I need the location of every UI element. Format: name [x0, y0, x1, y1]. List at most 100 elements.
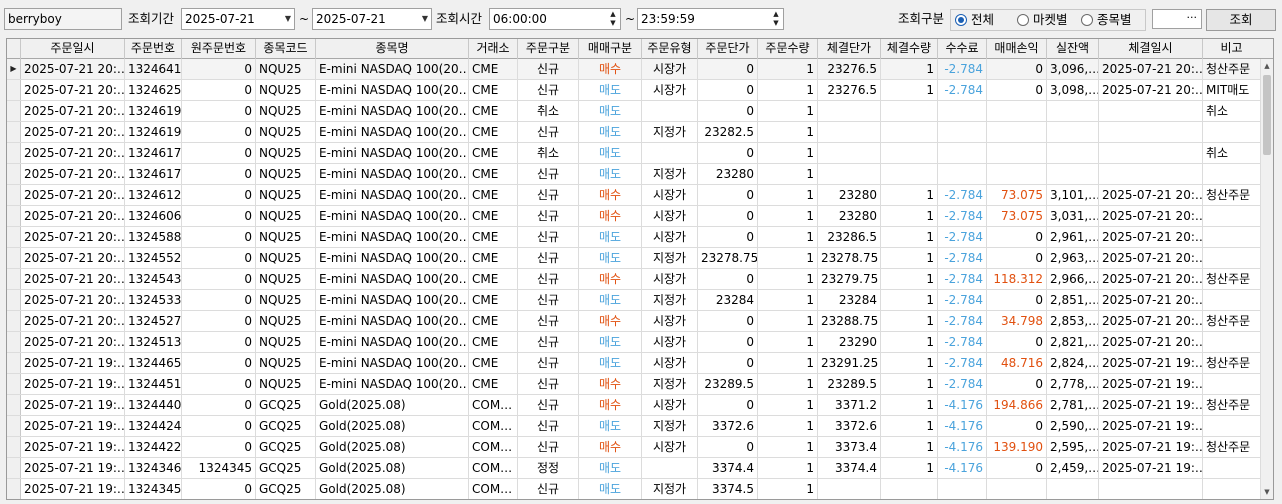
table-row[interactable]: 2025-07-21 20:… 1324588 0 NQU25 E-mini NASDA… [7, 227, 1261, 248]
row-indicator[interactable] [7, 395, 21, 415]
row-indicator[interactable] [7, 269, 21, 289]
column-header-order-price[interactable]: 주문단가 [698, 39, 758, 59]
table-row[interactable]: 2025-07-21 20:… 1324543 0 NQU25 E-mini NASDA… [7, 269, 1261, 290]
radio-symbol[interactable]: 종목별 [1081, 12, 1132, 28]
table-row[interactable]: 2025-07-21 20:… 1324619 0 NQU25 E-mini NASDA… [7, 101, 1261, 122]
cell-orig-order-no: 0 [182, 479, 256, 499]
column-header-note[interactable]: 비고 [1203, 39, 1261, 59]
column-header-balance[interactable]: 실잔액 [1047, 39, 1099, 59]
cell-order-kind: 신규 [518, 227, 579, 247]
date-from-picker[interactable]: 2025-07-21 ▼ [181, 8, 295, 30]
table-row[interactable]: 2025-07-21 19:… 1324451 0 NQU25 E-mini NASDA… [7, 374, 1261, 395]
cell-pnl [987, 143, 1047, 163]
row-indicator[interactable] [7, 374, 21, 394]
column-header-order-no[interactable]: 주문번호 [125, 39, 182, 59]
table-row[interactable]: 2025-07-21 20:… 1324619 0 NQU25 E-mini NASDA… [7, 122, 1261, 143]
cell-balance: 2,824,… [1047, 353, 1099, 373]
row-indicator[interactable] [7, 353, 21, 373]
current-row-arrow-icon[interactable]: ▶ [7, 59, 21, 79]
cell-exchange: CME [469, 374, 518, 394]
row-indicator[interactable] [7, 185, 21, 205]
cell-side: 매수 [579, 269, 642, 289]
row-indicator[interactable] [7, 311, 21, 331]
date-to-picker[interactable]: 2025-07-21 ▼ [312, 8, 432, 30]
table-row[interactable]: 2025-07-21 19:… 1324346 1324345 GCQ25 Gold(2… [7, 458, 1261, 479]
cell-orig-order-no: 0 [182, 185, 256, 205]
row-indicator[interactable] [7, 143, 21, 163]
column-header-symbol-code[interactable]: 종목코드 [256, 39, 316, 59]
table-row[interactable]: 2025-07-21 20:… 1324612 0 NQU25 E-mini NASDA… [7, 185, 1261, 206]
cell-fee [938, 101, 987, 121]
spinner-arrows-icon[interactable]: ▲ ▼ [771, 10, 781, 28]
row-indicator[interactable] [7, 101, 21, 121]
cell-pnl: 0 [987, 248, 1047, 268]
cell-symbol-name: Gold(2025.08) [316, 395, 469, 415]
cell-note: 청산주문 [1203, 437, 1261, 457]
table-row[interactable]: 2025-07-21 19:… 1324424 0 GCQ25 Gold(2025.08… [7, 416, 1261, 437]
row-indicator[interactable] [7, 80, 21, 100]
time-from-spinner[interactable]: 06:00:00 ▲ ▼ [489, 8, 621, 30]
cell-fill-qty [881, 122, 938, 142]
row-indicator[interactable] [7, 227, 21, 247]
column-header-side[interactable]: 매매구분 [579, 39, 642, 59]
header-corner [1260, 39, 1273, 59]
column-header-order-type[interactable]: 주문유형 [642, 39, 698, 59]
table-row[interactable]: 2025-07-21 20:… 1324552 0 NQU25 E-mini NASDA… [7, 248, 1261, 269]
cell-exchange: CME [469, 80, 518, 100]
column-header-fee[interactable]: 수수료 [938, 39, 987, 59]
row-indicator[interactable] [7, 458, 21, 478]
table-row[interactable]: 2025-07-21 19:… 1324422 0 GCQ25 Gold(2025.08… [7, 437, 1261, 458]
column-header-fill-price[interactable]: 체결단가 [818, 39, 881, 59]
row-indicator[interactable] [7, 206, 21, 226]
radio-all[interactable]: 전체 [955, 12, 994, 28]
column-header-order-time[interactable]: 주문일시 [21, 39, 125, 59]
scroll-down-icon[interactable]: ▼ [1261, 485, 1273, 499]
cell-order-no: 1324552 [125, 248, 182, 268]
column-header-exchange[interactable]: 거래소 [469, 39, 518, 59]
table-row[interactable]: 2025-07-21 20:… 1324513 0 NQU25 E-mini NASDA… [7, 332, 1261, 353]
column-header-fill-qty[interactable]: 체결수량 [881, 39, 938, 59]
user-id-field[interactable]: berryboy [4, 8, 122, 30]
spinner-arrows-icon[interactable]: ▲ ▼ [608, 10, 618, 28]
row-indicator[interactable] [7, 332, 21, 352]
row-indicator[interactable] [7, 164, 21, 184]
table-row[interactable]: 2025-07-21 20:… 1324533 0 NQU25 E-mini NASDA… [7, 290, 1261, 311]
table-row[interactable]: 2025-07-21 20:… 1324527 0 NQU25 E-mini NASDA… [7, 311, 1261, 332]
scroll-thumb[interactable] [1263, 75, 1271, 155]
row-indicator[interactable] [7, 248, 21, 268]
time-to-spinner[interactable]: 23:59:59 ▲ ▼ [637, 8, 784, 30]
column-header-fill-time[interactable]: 체결일시 [1099, 39, 1203, 59]
cell-order-no: 1324625 [125, 80, 182, 100]
column-header-symbol-name[interactable]: 종목명 [316, 39, 469, 59]
cell-order-price: 0 [698, 143, 758, 163]
table-row[interactable]: 2025-07-21 19:… 1324465 0 NQU25 E-mini NASDA… [7, 353, 1261, 374]
row-indicator[interactable] [7, 122, 21, 142]
row-indicator[interactable] [7, 437, 21, 457]
query-type-label: 조회구분 [898, 11, 945, 26]
table-row[interactable]: 2025-07-21 20:… 1324625 0 NQU25 E-mini NASDA… [7, 80, 1261, 101]
row-indicator[interactable] [7, 479, 21, 499]
chevron-down-icon[interactable]: ▼ [422, 9, 428, 29]
search-button[interactable]: 조회 [1206, 9, 1276, 31]
table-row[interactable]: 2025-07-21 19:… 1324440 0 GCQ25 Gold(2025.08… [7, 395, 1261, 416]
column-header-pnl[interactable]: 매매손익 [987, 39, 1047, 59]
table-row[interactable]: 2025-07-21 19:… 1324345 0 GCQ25 Gold(2025.08… [7, 479, 1261, 499]
row-indicator[interactable] [7, 416, 21, 436]
scroll-up-icon[interactable]: ▲ [1261, 59, 1273, 73]
table-row[interactable]: 2025-07-21 20:… 1324617 0 NQU25 E-mini NASDA… [7, 164, 1261, 185]
cell-orig-order-no: 0 [182, 122, 256, 142]
vertical-scrollbar[interactable]: ▲ ▼ [1260, 59, 1273, 499]
cell-pnl: 0 [987, 290, 1047, 310]
radio-market[interactable]: 마켓별 [1017, 12, 1068, 28]
table-row[interactable]: ▶ 2025-07-21 20:… 1324641 0 NQU25 E-mini NASD… [7, 59, 1261, 80]
row-indicator[interactable] [7, 290, 21, 310]
chevron-down-icon[interactable]: ▼ [285, 9, 291, 29]
column-header-order-qty[interactable]: 주문수량 [758, 39, 818, 59]
table-row[interactable]: 2025-07-21 20:… 1324606 0 NQU25 E-mini NASDA… [7, 206, 1261, 227]
cell-symbol-code: NQU25 [256, 290, 316, 310]
symbol-code-input[interactable]: ··· [1152, 9, 1202, 29]
column-header-order-kind[interactable]: 주문구분 [518, 39, 579, 59]
column-header-orig-order-no[interactable]: 원주문번호 [182, 39, 256, 59]
cell-fee: -4.176 [938, 416, 987, 436]
table-row[interactable]: 2025-07-21 20:… 1324617 0 NQU25 E-mini NASDA… [7, 143, 1261, 164]
